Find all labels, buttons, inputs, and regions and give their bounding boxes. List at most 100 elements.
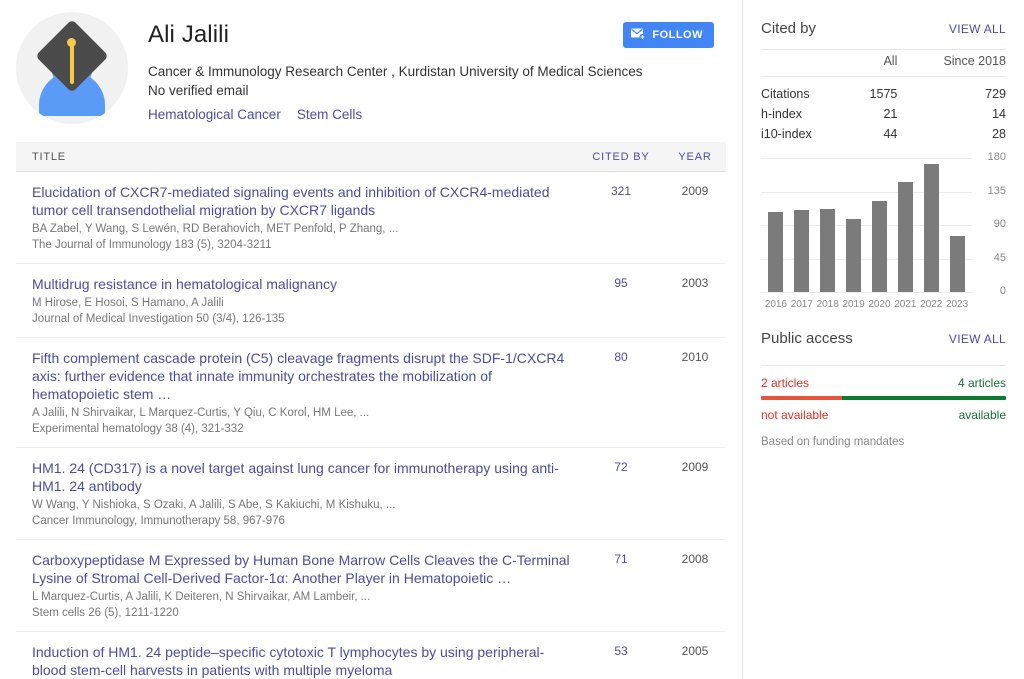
article-cited-by-count[interactable]: 71 (578, 551, 664, 621)
public-access-bar-not-available (761, 396, 842, 400)
chart-bar-2019[interactable] (841, 158, 867, 292)
cited-by-section: Cited by VIEW ALL All Since 2018 Citatio… (743, 0, 1024, 310)
metrics-header-since: Since 2018 (897, 49, 1006, 77)
article-authors: L Marquez-Curtis, A Jalili, K Deiteren, … (32, 591, 371, 603)
bar (846, 219, 862, 292)
article-info: Multidrug resistance in hematological ma… (16, 275, 578, 327)
article-info: Carboxypeptidase M Expressed by Human Bo… (16, 551, 578, 621)
article-title-link[interactable]: Carboxypeptidase M Expressed by Human Bo… (32, 551, 570, 587)
article-cited-by-count[interactable]: 321 (578, 183, 664, 253)
follow-button-label: FOLLOW (652, 29, 703, 41)
y-axis-tick-label: 0 (999, 285, 1006, 297)
citation-metrics-table: All Since 2018 Citations 1575 729 h-index 21… (761, 49, 1006, 144)
article-title-link[interactable]: HM1. 24 (CD317) is a novel target agains… (32, 459, 570, 495)
cited-by-view-all-link[interactable]: VIEW ALL (949, 22, 1006, 36)
metric-label: Citations (761, 87, 810, 101)
chart-bar-2018[interactable] (815, 158, 841, 292)
not-available-count[interactable]: 2 articles (761, 376, 809, 390)
article-cited-by-count[interactable]: 80 (578, 349, 664, 437)
envelope-plus-icon (631, 28, 646, 43)
table-row: Elucidation of CXCR7-mediated signaling … (16, 172, 726, 264)
topic-link-stem-cells[interactable]: Stem Cells (297, 107, 362, 122)
article-cited-by-count[interactable]: 72 (578, 459, 664, 529)
not-available-label[interactable]: not available (761, 408, 828, 422)
public-access-view-all-link[interactable]: VIEW ALL (949, 332, 1006, 346)
x-axis-tick-label: 2016 (764, 299, 788, 310)
sidebar: Cited by VIEW ALL All Since 2018 Citatio… (742, 0, 1024, 679)
public-access-section: Public access VIEW ALL 2 articles 4 arti… (743, 310, 1024, 448)
x-axis-tick-label: 2020 (868, 299, 891, 310)
public-access-title: Public access (761, 330, 853, 347)
gridline (761, 292, 972, 293)
x-axis-tick-label: 2021 (894, 299, 917, 310)
public-access-bar-available (841, 396, 1006, 400)
y-axis-tick-label: 90 (993, 218, 1006, 230)
bar (820, 209, 836, 292)
chart-bar-2022[interactable] (918, 158, 944, 292)
profile-email-status: No verified email (148, 83, 249, 98)
y-axis-tick-label: 180 (987, 151, 1006, 163)
bar (897, 182, 913, 292)
chart-bar-2016[interactable] (763, 158, 789, 292)
available-count[interactable]: 4 articles (958, 376, 1006, 390)
x-axis-tick-label: 2017 (790, 299, 813, 310)
topic-link-hematological-cancer[interactable]: Hematological Cancer (148, 107, 281, 122)
available-label[interactable]: available (959, 408, 1006, 422)
bar (949, 236, 965, 292)
table-row: Multidrug resistance in hematological ma… (16, 264, 726, 338)
column-header-title: TITLE (32, 150, 66, 163)
follow-button[interactable]: FOLLOW (623, 22, 714, 48)
metric-label: h-index (761, 107, 802, 121)
articles-table-body: Elucidation of CXCR7-mediated signaling … (16, 172, 726, 679)
article-cited-by-count[interactable]: 53 (578, 643, 664, 679)
profile-topics: Hematological Cancer Stem Cells (148, 107, 742, 122)
article-info: Elucidation of CXCR7-mediated signaling … (16, 183, 578, 253)
article-title-link[interactable]: Induction of HM1. 24 peptide–specific cy… (32, 643, 570, 679)
bar (794, 210, 810, 292)
article-year: 2008 (681, 552, 709, 566)
article-authors: BA Zabel, Y Wang, S Lewén, RD Berahovich… (32, 223, 399, 235)
avatar[interactable] (16, 12, 128, 124)
scholar-avatar-icon (16, 12, 128, 124)
public-access-note: Based on funding mandates (761, 436, 905, 448)
chart-bar-2017[interactable] (789, 158, 815, 292)
profile-affiliation: Cancer & Immunology Research Center , Ku… (148, 64, 643, 79)
article-title-link[interactable]: Elucidation of CXCR7-mediated signaling … (32, 183, 570, 219)
article-title-link[interactable]: Multidrug resistance in hematological ma… (32, 275, 570, 293)
bar (871, 201, 887, 292)
article-info: HM1. 24 (CD317) is a novel target agains… (16, 459, 578, 529)
profile-header: Ali Jalili Cancer & Immunology Research … (0, 0, 742, 124)
table-row: HM1. 24 (CD317) is a novel target agains… (16, 448, 726, 540)
public-access-header: Public access VIEW ALL (761, 310, 1006, 359)
article-authors: A Jalili, N Shirvaikar, L Marquez-Curtis… (32, 407, 370, 419)
chart-bar-2020[interactable] (867, 158, 893, 292)
metric-row: h-index 21 14 (761, 104, 1006, 124)
articles-table-header: TITLE CITED BY YEAR (16, 142, 726, 172)
public-access-labels: not available available (761, 406, 1006, 422)
citations-per-year-chart: 0 45 90 135 180 2016 2017 2018 2019 2020 2021 2022… (761, 151, 1006, 310)
x-axis-tick-label: 2019 (842, 299, 865, 310)
article-cited-by-count[interactable]: 95 (578, 275, 664, 327)
column-header-cited-by[interactable]: CITED BY (578, 151, 664, 163)
article-venue: The Journal of Immunology 183 (5), 3204-… (32, 239, 272, 251)
table-row: Carboxypeptidase M Expressed by Human Bo… (16, 540, 726, 632)
scholar-profile-page: Ali Jalili Cancer & Immunology Research … (0, 0, 1024, 679)
metric-label: i10-index (761, 127, 812, 141)
chart-bar-2023[interactable] (944, 158, 970, 292)
article-title-link[interactable]: Fifth complement cascade protein (C5) cl… (32, 349, 570, 403)
article-year: 2009 (681, 184, 709, 198)
chart-bar-2021[interactable] (892, 158, 918, 292)
article-venue: Journal of Medical Investigation 50 (3/4… (32, 313, 285, 325)
article-year: 2009 (681, 460, 709, 474)
metrics-header-blank (761, 49, 850, 77)
metric-all-value: 21 (883, 107, 898, 121)
metric-row: Citations 1575 729 (761, 77, 1006, 105)
column-header-year[interactable]: YEAR (664, 151, 726, 163)
metric-all-value: 44 (883, 127, 898, 141)
tassel-shape (70, 42, 74, 84)
cited-by-header: Cited by VIEW ALL (761, 0, 1006, 49)
article-year: 2003 (681, 276, 709, 290)
metric-since-value: 729 (985, 87, 1006, 101)
x-axis-tick-label: 2022 (920, 299, 943, 310)
chart-x-axis-labels: 2016 2017 2018 2019 2020 2021 2022 2023 (763, 299, 970, 310)
